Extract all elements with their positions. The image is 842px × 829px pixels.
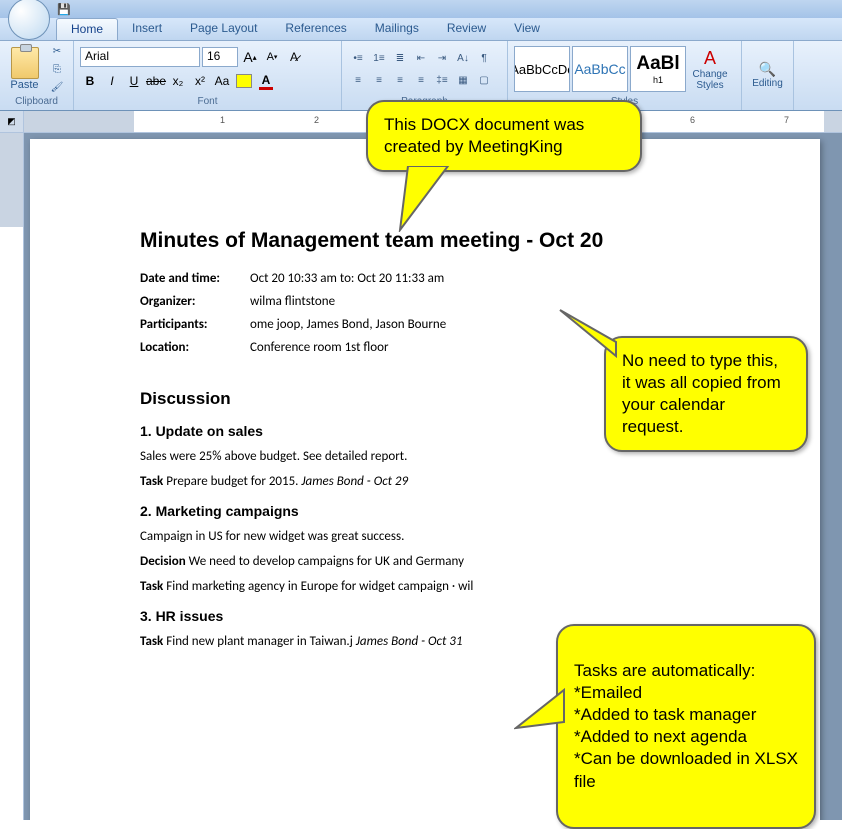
item2-decision: Decision We need to develop campaigns fo… xyxy=(140,554,750,569)
meta-participants: Participants: ome joop, James Bond, Jaso… xyxy=(140,317,750,332)
style-h1[interactable]: AaBl h1 xyxy=(630,46,686,92)
clear-format-button[interactable]: A̷ xyxy=(284,47,304,67)
change-case-button[interactable]: Aa xyxy=(212,71,232,91)
clipboard-icon xyxy=(11,47,39,79)
font-color-button[interactable]: A xyxy=(256,71,276,91)
paste-button[interactable]: Paste xyxy=(6,43,43,95)
editing-button[interactable]: 🔍 Editing xyxy=(748,61,787,89)
shading-button[interactable]: ▦ xyxy=(453,71,473,89)
italic-button[interactable]: I xyxy=(102,71,122,91)
tab-review[interactable]: Review xyxy=(433,18,500,40)
tab-view[interactable]: View xyxy=(500,18,554,40)
shrink-font-button[interactable]: A▾ xyxy=(262,47,282,67)
format-painter-icon[interactable]: 🖌 xyxy=(47,79,67,95)
group-label-editing xyxy=(748,106,787,108)
find-icon: 🔍 xyxy=(759,61,776,78)
group-label-font: Font xyxy=(80,95,335,108)
ruler-corner[interactable]: ◩ xyxy=(0,111,24,132)
align-right-button[interactable]: ≡ xyxy=(390,71,410,89)
subscript-button[interactable]: x₂ xyxy=(168,71,188,91)
item2-task: Task Find marketing agency in Europe for… xyxy=(140,579,750,594)
change-styles-icon: A xyxy=(704,48,716,69)
tab-insert[interactable]: Insert xyxy=(118,18,176,40)
line-spacing-button[interactable]: ‡≡ xyxy=(432,71,452,89)
numbering-button[interactable]: 1≡ xyxy=(369,49,389,67)
item3-heading: 3. HR issues xyxy=(140,608,750,624)
paste-label: Paste xyxy=(10,79,38,91)
highlight-button[interactable] xyxy=(234,71,254,91)
grow-font-button[interactable]: A▴ xyxy=(240,47,260,67)
indent-dec-button[interactable]: ⇤ xyxy=(411,49,431,67)
item2-heading: 2. Marketing campaigns xyxy=(140,503,750,519)
tab-home[interactable]: Home xyxy=(56,18,118,40)
group-editing: 🔍 Editing xyxy=(742,41,794,110)
meta-datetime: Date and time: Oct 20 10:33 am to: Oct 2… xyxy=(140,271,750,286)
item2-body: Campaign in US for new widget was great … xyxy=(140,529,750,544)
align-center-button[interactable]: ≡ xyxy=(369,71,389,89)
tab-references[interactable]: References xyxy=(271,18,360,40)
quick-access-toolbar: 💾 xyxy=(56,0,72,18)
tab-page-layout[interactable]: Page Layout xyxy=(176,18,271,40)
titlebar: 💾 xyxy=(0,0,842,18)
item1-task: Task Prepare budget for 2015. James Bond… xyxy=(140,474,750,489)
style-2[interactable]: AaBbCc xyxy=(572,46,628,92)
align-left-button[interactable]: ≡ xyxy=(348,71,368,89)
callout-tail-icon xyxy=(558,308,618,358)
group-label-clipboard: Clipboard xyxy=(6,95,67,108)
vertical-ruler[interactable] xyxy=(0,133,24,820)
superscript-button[interactable]: x² xyxy=(190,71,210,91)
callout-2: No need to type this, it was all copied … xyxy=(604,336,808,452)
style-normal[interactable]: AaBbCcDc xyxy=(514,46,570,92)
change-styles-button[interactable]: A Change Styles xyxy=(688,48,732,91)
justify-button[interactable]: ≡ xyxy=(411,71,431,89)
show-marks-button[interactable]: ¶ xyxy=(474,49,494,67)
cut-icon[interactable]: ✂ xyxy=(47,43,67,59)
indent-inc-button[interactable]: ⇥ xyxy=(432,49,452,67)
font-size-select[interactable]: 16 xyxy=(202,47,238,67)
group-clipboard: Paste ✂ ⎘ 🖌 Clipboard xyxy=(0,41,74,110)
callout-3: Tasks are automatically: *Emailed *Added… xyxy=(556,624,816,829)
font-name-select[interactable]: Arial xyxy=(80,47,200,67)
copy-icon[interactable]: ⎘ xyxy=(47,61,67,77)
borders-button[interactable]: ▢ xyxy=(474,71,494,89)
tab-mailings[interactable]: Mailings xyxy=(361,18,433,40)
doc-title: Minutes of Management team meeting - Oct… xyxy=(140,229,750,253)
callout-tail-icon xyxy=(514,686,566,730)
bold-button[interactable]: B xyxy=(80,71,100,91)
meta-organizer: Organizer: wilma flintstone xyxy=(140,294,750,309)
save-icon[interactable]: 💾 xyxy=(56,1,72,17)
callout-tail-icon xyxy=(398,166,468,232)
multilevel-button[interactable]: ≣ xyxy=(390,49,410,67)
underline-button[interactable]: U xyxy=(124,71,144,91)
office-button[interactable] xyxy=(8,0,50,40)
bullets-button[interactable]: •≡ xyxy=(348,49,368,67)
ribbon-tabs: Home Insert Page Layout References Maili… xyxy=(0,18,842,41)
sort-button[interactable]: A↓ xyxy=(453,49,473,67)
strike-button[interactable]: abe xyxy=(146,71,166,91)
group-font: Arial 16 A▴ A▾ A̷ B I U abe x₂ x² Aa A xyxy=(74,41,342,110)
callout-1: This DOCX document was created by Meetin… xyxy=(366,100,642,172)
